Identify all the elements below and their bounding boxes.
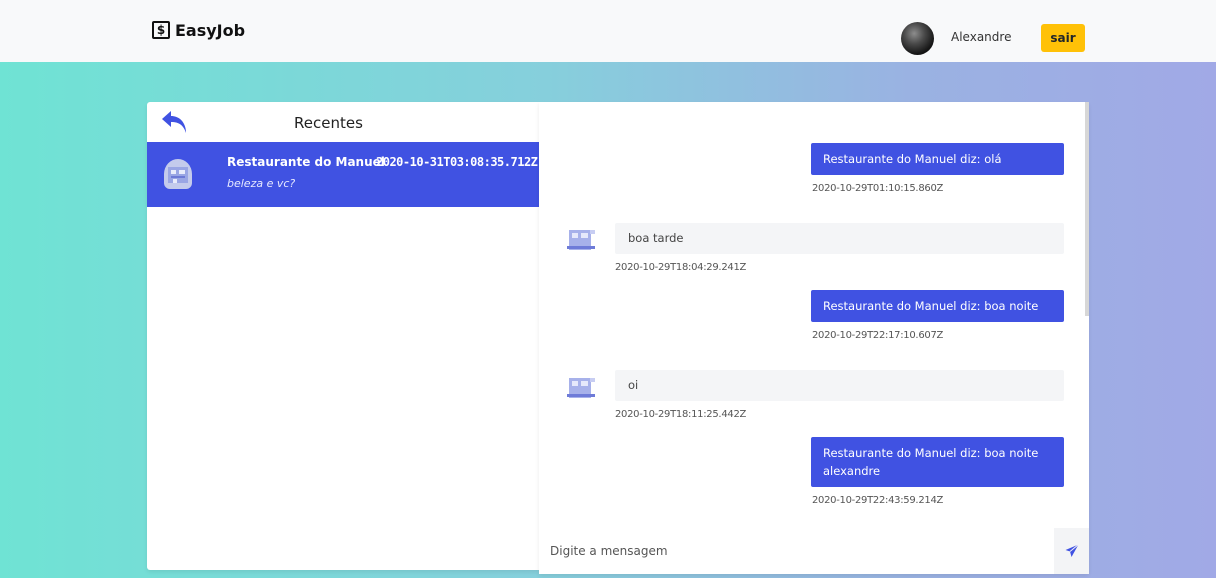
contact-avatar xyxy=(164,159,192,189)
incoming-message: oi xyxy=(615,370,1064,401)
send-icon xyxy=(1065,544,1079,557)
outgoing-message: Restaurante do Manuel diz: boa noite xyxy=(811,290,1064,322)
contact-timestamp: 2020-10-31T03:08:35.712Z xyxy=(376,155,538,169)
message-input[interactable] xyxy=(539,528,1054,574)
message-timestamp: 2020-10-29T18:11:25.442Z xyxy=(615,409,747,420)
message-timestamp: 2020-10-29T22:43:59.214Z xyxy=(812,495,944,506)
contacts-panel: Recentes Restaurante do Manuel 2020-10-3… xyxy=(147,102,539,570)
contact-item[interactable]: Restaurante do Manuel 2020-10-31T03:08:3… xyxy=(147,142,539,207)
sender-avatar-icon xyxy=(567,378,595,398)
logout-button[interactable]: sair xyxy=(1041,24,1085,52)
brand-name: EasyJob xyxy=(175,20,246,40)
message-timestamp: 2020-10-29T22:17:10.607Z xyxy=(812,330,944,341)
dollar-box-icon: $ xyxy=(152,21,170,39)
message-timestamp: 2020-10-29T01:10:15.860Z xyxy=(812,183,944,194)
user-name: Alexandre xyxy=(951,30,1012,44)
restaurant-thumb-icon xyxy=(168,167,188,183)
chat-scrollbar[interactable] xyxy=(1085,102,1089,316)
outgoing-message: Restaurante do Manuel diz: olá xyxy=(811,143,1064,175)
incoming-message: boa tarde xyxy=(615,223,1064,254)
send-button[interactable] xyxy=(1054,528,1089,574)
top-navbar: $ EasyJob Alexandre sair xyxy=(0,0,1216,62)
brand-logo[interactable]: $ EasyJob xyxy=(152,19,245,41)
chat-panel: Restaurante do Manuel diz: olá 2020-10-2… xyxy=(539,102,1089,574)
outgoing-message: Restaurante do Manuel diz: boa noite ale… xyxy=(811,437,1064,487)
contacts-title: Recentes xyxy=(294,114,363,132)
contact-name: Restaurante do Manuel xyxy=(227,155,385,169)
sender-avatar-icon xyxy=(567,230,595,250)
user-avatar[interactable] xyxy=(901,22,934,55)
contact-last-message: beleza e vc? xyxy=(227,177,296,190)
contacts-header: Recentes xyxy=(147,102,539,142)
message-timestamp: 2020-10-29T18:04:29.241Z xyxy=(615,262,747,273)
back-arrow-icon[interactable] xyxy=(160,109,188,135)
